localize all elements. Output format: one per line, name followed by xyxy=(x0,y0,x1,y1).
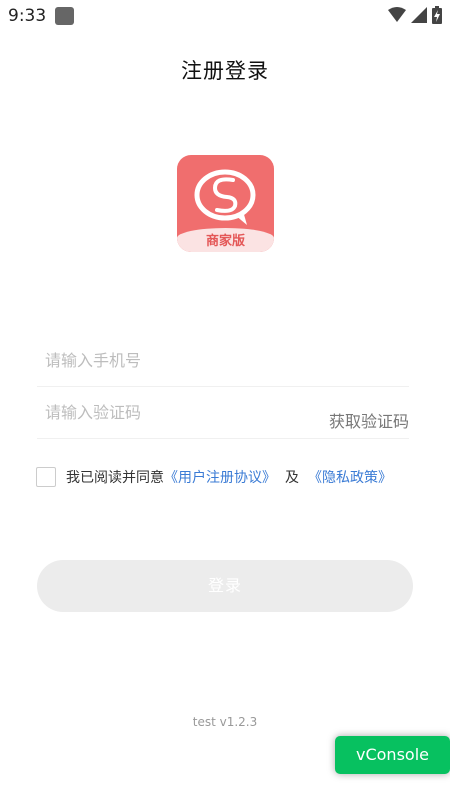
agreement-checkbox[interactable] xyxy=(36,467,56,487)
phone-field xyxy=(37,335,409,387)
status-icons xyxy=(388,6,442,24)
vconsole-button[interactable]: vConsole xyxy=(335,736,450,774)
privacy-policy-link[interactable]: 《隐私政策》 xyxy=(308,467,392,487)
version-label: test v1.2.3 xyxy=(192,715,258,729)
agreement-prefix: 我已阅读并同意 xyxy=(66,470,164,486)
agreement-conjunction: 及 xyxy=(285,470,299,486)
phone-input[interactable] xyxy=(45,335,305,385)
status-time: 9:33 xyxy=(8,6,47,26)
app-notification-icon xyxy=(55,7,74,25)
page-title: 注册登录 xyxy=(181,59,269,83)
agreement-row: 我已阅读并同意 《用户注册协议》 及 《隐私政策》 xyxy=(36,466,426,488)
verification-code-input[interactable] xyxy=(45,387,305,437)
status-bar: 9:33 xyxy=(0,0,450,32)
logo-caption: 商家版 xyxy=(205,234,245,249)
app-logo: 商家版 xyxy=(177,155,274,252)
login-button[interactable]: 登录 xyxy=(37,560,413,612)
wifi-icon xyxy=(388,7,406,23)
code-field: 获取验证码 xyxy=(37,387,409,439)
battery-charging-icon xyxy=(432,6,442,24)
get-code-button[interactable]: 获取验证码 xyxy=(329,408,409,432)
user-agreement-link[interactable]: 《用户注册协议》 xyxy=(164,467,276,487)
cellular-signal-icon xyxy=(411,7,427,23)
